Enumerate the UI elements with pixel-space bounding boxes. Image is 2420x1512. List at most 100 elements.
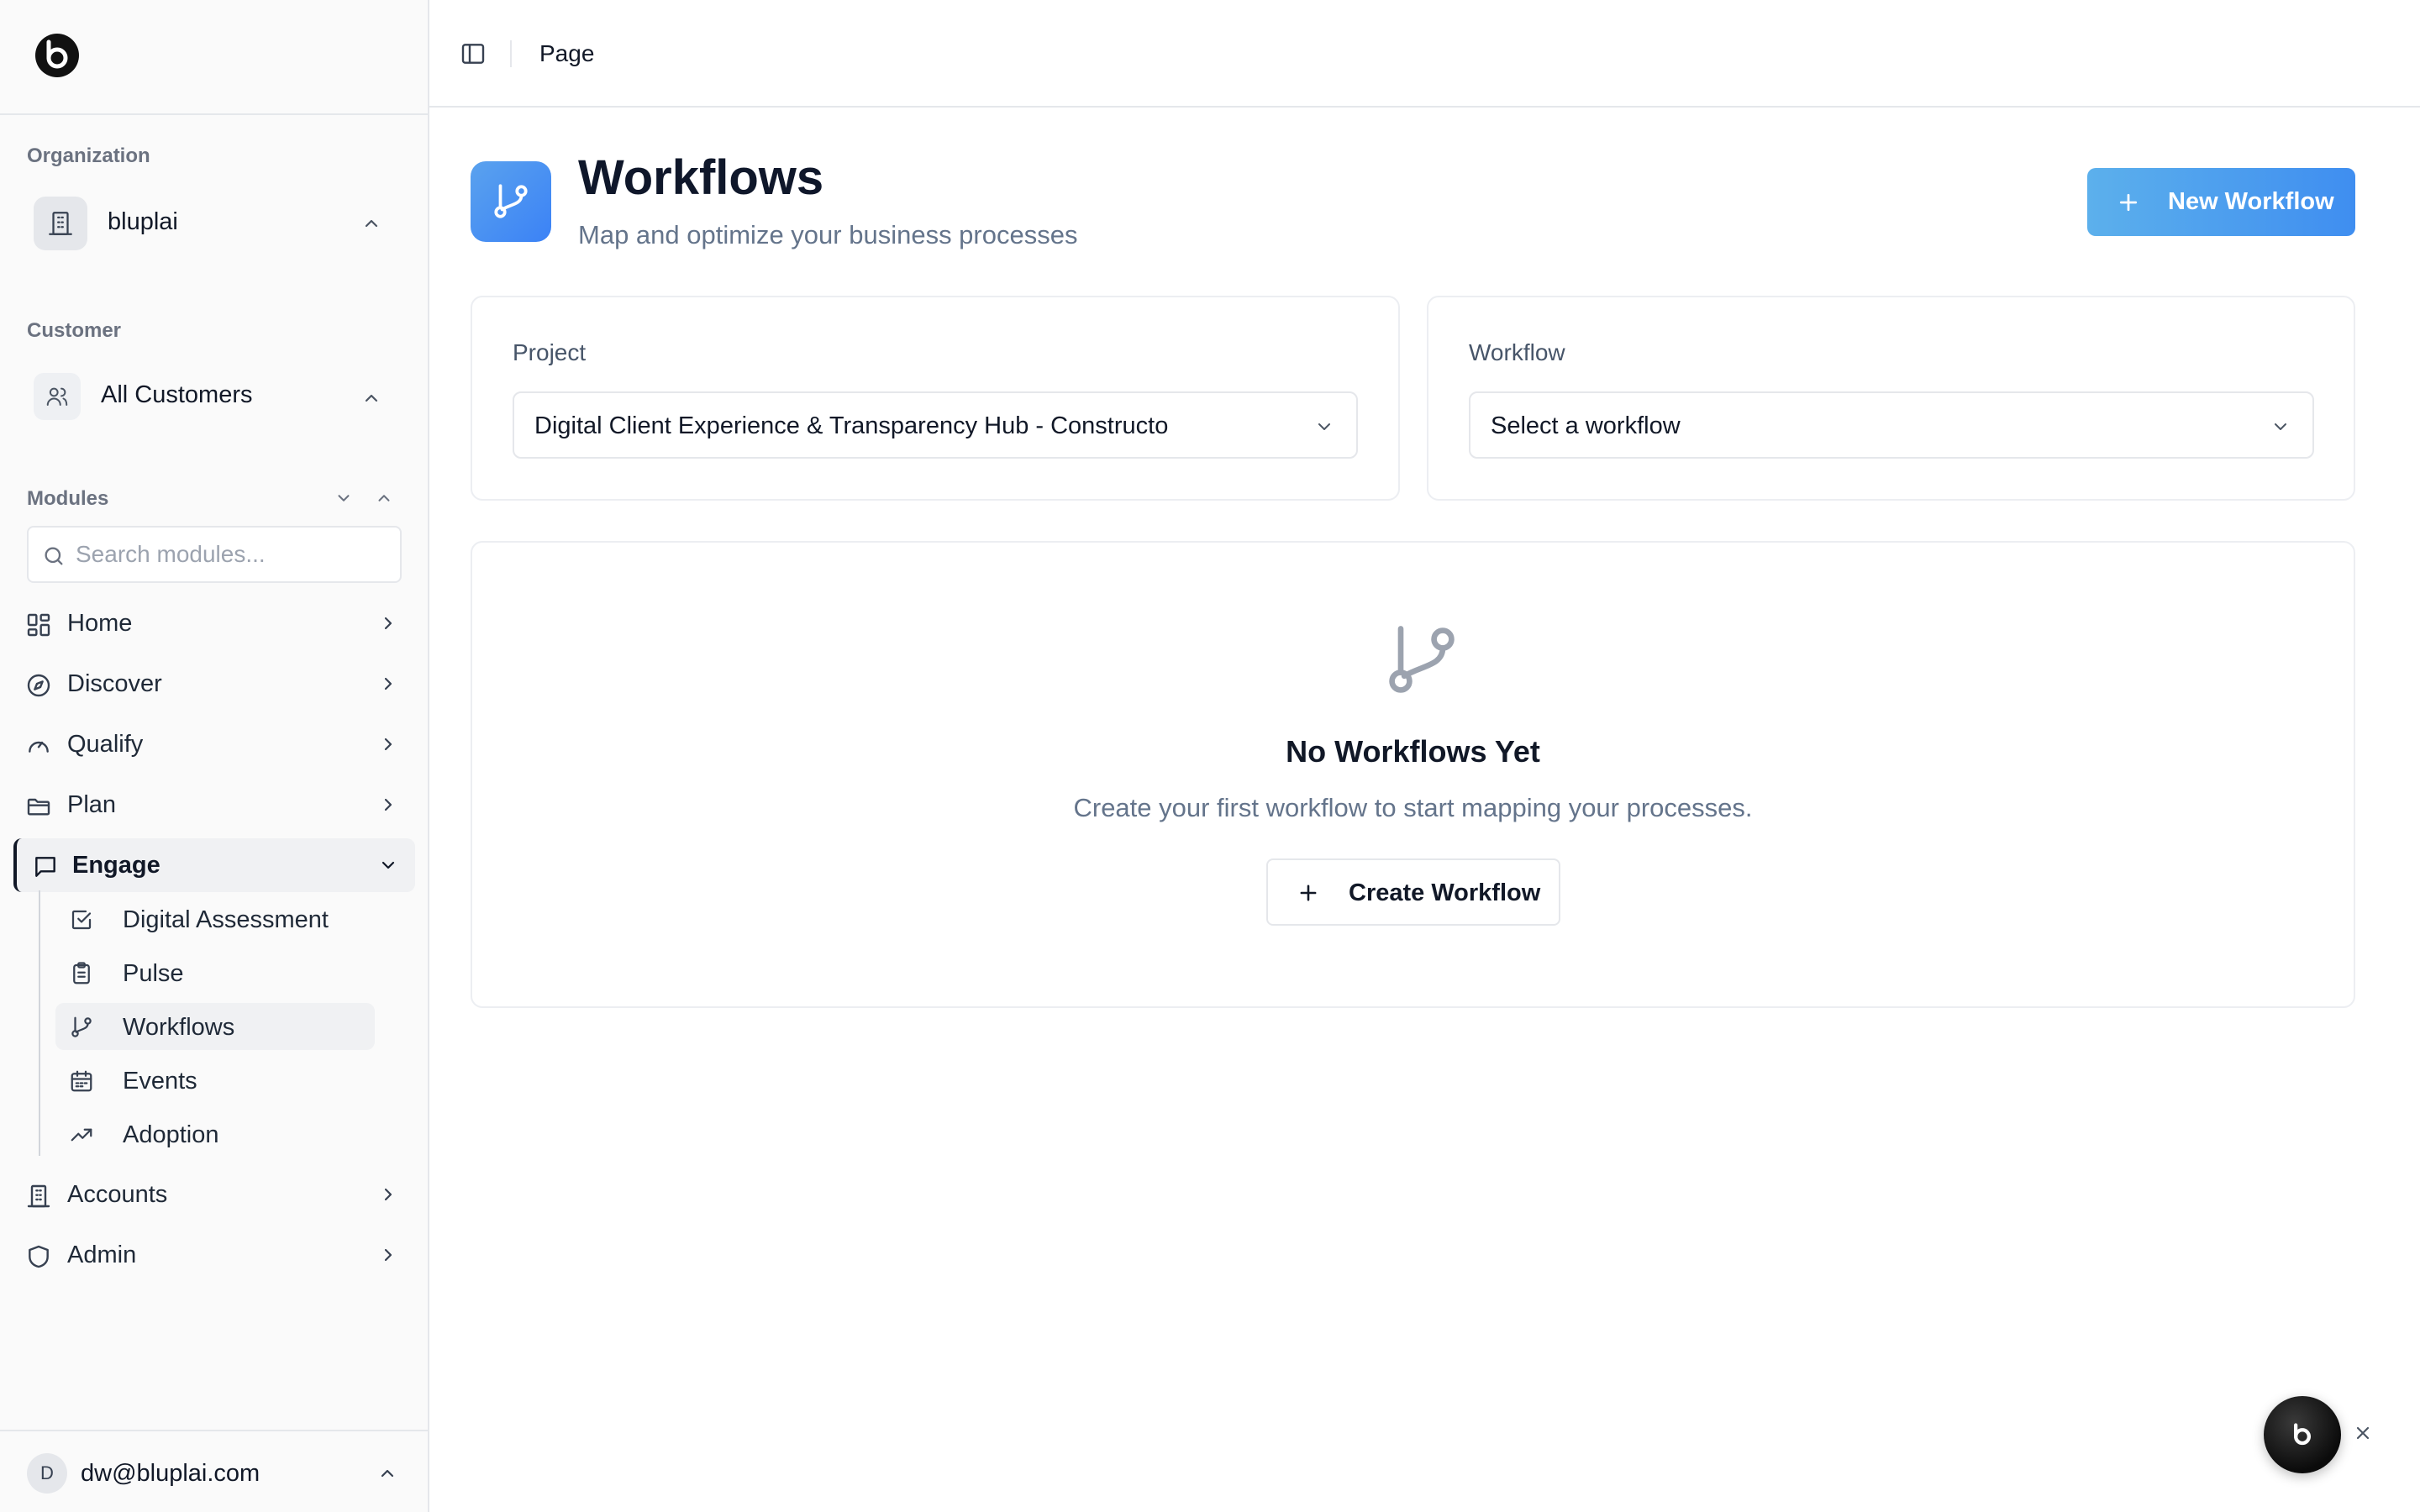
customer-name: All Customers	[101, 381, 253, 408]
sidebar-subitem-label: Pulse	[123, 960, 184, 987]
module-search	[27, 526, 402, 583]
chevron-up-icon	[381, 1469, 394, 1478]
user-email: dw@bluplai.com	[81, 1460, 260, 1487]
chevron-right-icon	[384, 617, 392, 630]
sidebar-item-plan[interactable]: Plan	[13, 778, 415, 832]
page-subtitle: Map and optimize your business processes	[578, 220, 1078, 249]
check-square-icon	[71, 910, 92, 930]
project-select[interactable]: Digital Client Experience & Transparency…	[513, 391, 1358, 459]
workflow-label: Workflow	[1469, 339, 1565, 365]
clipboard-icon	[73, 962, 90, 984]
search-modules-input[interactable]	[76, 533, 395, 576]
sidebar-logo-row	[0, 0, 428, 115]
collapse-all-chevron-up-icon[interactable]	[375, 489, 393, 507]
chevron-down-icon	[2275, 423, 2286, 430]
workflow-select-value: Select a workflow	[1491, 412, 1681, 439]
toolbar-divider	[510, 40, 512, 67]
sidebar-subitem-workflows[interactable]: Workflows	[55, 1003, 375, 1050]
chevron-up-icon	[365, 394, 378, 402]
sidebar-item-label: Discover	[67, 670, 162, 697]
git-branch-icon	[1389, 626, 1455, 693]
users-icon	[46, 387, 68, 406]
organization-label: Organization	[27, 144, 150, 167]
page-header-icon	[471, 161, 551, 242]
top-bar: Page	[429, 0, 2420, 108]
sidebar-item-accounts[interactable]: Accounts	[13, 1168, 415, 1221]
sidebar-subitem-label: Adoption	[123, 1121, 219, 1148]
chevron-right-icon	[384, 1248, 392, 1262]
empty-state-card: No Workflows Yet Create your first workf…	[471, 541, 2355, 1008]
project-select-value: Digital Client Experience & Transparency…	[534, 412, 1169, 439]
sidebar-subitem-label: Digital Assessment	[123, 906, 329, 933]
project-filter-card: Project Digital Client Experience & Tran…	[471, 296, 1400, 501]
workflow-filter-card: Workflow Select a workflow	[1427, 296, 2355, 501]
git-branch-icon	[494, 184, 528, 218]
chevron-right-icon	[384, 1188, 392, 1201]
sidebar-item-discover[interactable]: Discover	[13, 657, 415, 711]
bluplai-logo-icon[interactable]	[34, 32, 81, 79]
building-icon	[49, 212, 72, 235]
chevron-right-icon	[384, 738, 392, 751]
avatar: D	[27, 1453, 67, 1494]
sidebar-item-engage[interactable]: Engage	[13, 838, 415, 892]
sidebar-subitem-label: Workflows	[123, 1014, 235, 1041]
sidebar-subitem-pulse[interactable]: Pulse	[55, 949, 375, 996]
grid-icon	[27, 613, 50, 637]
trending-up-icon	[71, 1128, 92, 1142]
sidebar-item-home[interactable]: Home	[13, 596, 415, 650]
sidebar-subitem-label: Events	[123, 1068, 197, 1095]
bluplai-logo-icon	[2294, 1423, 2311, 1446]
sidebar: Organization bluplai Customer All Custom…	[0, 0, 429, 1512]
empty-state-description: Create your first workflow to start mapp…	[1073, 793, 1753, 822]
chevron-right-icon	[384, 677, 392, 690]
sidebar-item-label: Admin	[67, 1242, 137, 1268]
modules-label: Modules	[27, 487, 109, 510]
compass-icon	[27, 674, 50, 697]
plus-icon	[1300, 885, 1317, 901]
organization-avatar	[34, 197, 87, 250]
sidebar-item-label: Home	[67, 610, 133, 637]
new-workflow-button-label: New Workflow	[2168, 188, 2334, 215]
search-icon	[45, 547, 63, 565]
customer-label: Customer	[27, 319, 122, 342]
new-workflow-button[interactable]: New Workflow	[2087, 168, 2355, 236]
plus-icon	[2119, 193, 2138, 212]
organization-switcher[interactable]: bluplai	[27, 190, 402, 257]
sidebar-subitem-events[interactable]: Events	[55, 1057, 375, 1104]
project-label: Project	[513, 339, 587, 365]
customer-switcher[interactable]: All Customers	[27, 365, 402, 428]
shield-icon	[29, 1245, 49, 1268]
modules-header: Modules	[27, 484, 402, 512]
message-square-icon	[35, 857, 55, 877]
sidebar-item-qualify[interactable]: Qualify	[13, 717, 415, 771]
sidebar-item-admin[interactable]: Admin	[13, 1228, 415, 1282]
user-menu[interactable]: D dw@bluplai.com	[0, 1430, 428, 1512]
sidebar-subitem-digital-assessment[interactable]: Digital Assessment	[55, 895, 375, 942]
sidebar-item-label: Plan	[67, 791, 117, 818]
sidebar-subitem-adoption[interactable]: Adoption	[55, 1110, 375, 1158]
close-icon[interactable]	[2353, 1423, 2373, 1443]
gauge-icon	[29, 741, 49, 753]
page-title: Workflows	[578, 150, 824, 205]
create-workflow-button[interactable]: Create Workflow	[1266, 858, 1560, 926]
assistant-launcher-button[interactable]	[2264, 1396, 2341, 1473]
workflow-select[interactable]: Select a workflow	[1469, 391, 2314, 459]
folder-icon	[27, 798, 50, 816]
building-icon	[27, 1184, 50, 1208]
chevron-down-icon	[381, 861, 395, 869]
create-workflow-button-label: Create Workflow	[1349, 879, 1541, 906]
calendar-icon	[71, 1070, 92, 1092]
chevron-right-icon	[384, 798, 392, 811]
git-branch-icon	[71, 1016, 92, 1037]
customer-avatar	[34, 373, 81, 420]
breadcrumb: Page	[539, 40, 595, 66]
app-root: Organization bluplai Customer All Custom…	[0, 0, 2420, 1512]
expand-all-chevron-down-icon[interactable]	[334, 489, 353, 507]
sidebar-item-label: Engage	[72, 852, 160, 879]
submenu-guide-line	[39, 890, 40, 1156]
organization-name: bluplai	[108, 208, 178, 235]
sidebar-item-label: Accounts	[67, 1181, 168, 1208]
sidebar-toggle-icon[interactable]	[460, 40, 487, 67]
sidebar-item-label: Qualify	[67, 731, 144, 758]
empty-state-title: No Workflows Yet	[1286, 734, 1540, 769]
